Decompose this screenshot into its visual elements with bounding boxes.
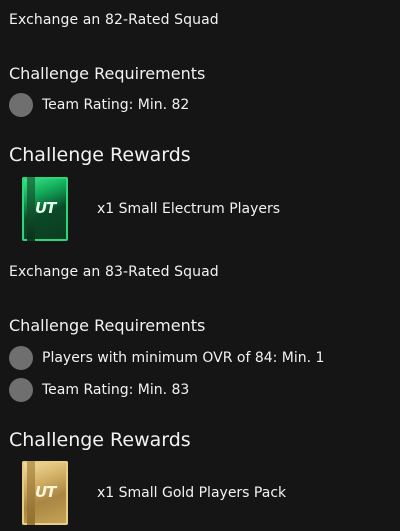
ut-logo: UT xyxy=(35,199,56,217)
reward-label: x1 Small Electrum Players xyxy=(97,201,281,217)
ut-logo: UT xyxy=(35,483,56,501)
requirement-status-icon xyxy=(9,93,33,117)
rewards-heading: Challenge Rewards xyxy=(9,144,191,166)
requirement-item: Team Rating: Min. 82 xyxy=(9,92,189,118)
rewards-heading: Challenge Rewards xyxy=(9,429,191,451)
requirement-status-icon xyxy=(9,346,33,370)
reward-item: UT x1 Small Electrum Players xyxy=(22,176,280,242)
challenge-title: Exchange an 82-Rated Squad xyxy=(9,12,219,28)
requirement-label: Players with minimum OVR of 84: Min. 1 xyxy=(42,350,325,366)
reward-item: UT x1 Small Gold Players Pack xyxy=(22,460,286,526)
requirement-item: Team Rating: Min. 83 xyxy=(9,377,189,403)
requirements-heading: Challenge Requirements xyxy=(9,64,206,83)
requirements-heading: Challenge Requirements xyxy=(9,316,206,335)
challenge-title: Exchange an 83-Rated Squad xyxy=(9,264,219,280)
requirement-label: Team Rating: Min. 82 xyxy=(42,97,190,113)
requirement-label: Team Rating: Min. 83 xyxy=(42,382,190,398)
gold-pack-icon: UT xyxy=(22,461,68,525)
reward-label: x1 Small Gold Players Pack xyxy=(97,485,287,501)
requirement-status-icon xyxy=(9,378,33,402)
requirement-item: Players with minimum OVR of 84: Min. 1 xyxy=(9,345,324,371)
electrum-pack-icon: UT xyxy=(22,177,68,241)
